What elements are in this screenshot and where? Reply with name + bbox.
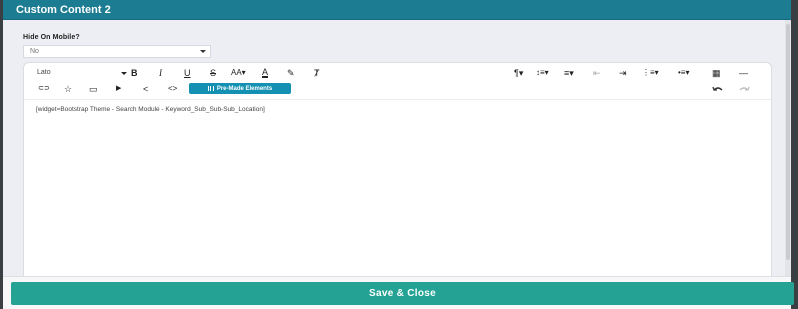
table-button[interactable]: ▦ (712, 67, 721, 79)
unordered-list-icon: •≡▾ (678, 68, 690, 77)
link-icon: ⊂⊃ (38, 85, 50, 92)
share-icon: < (143, 84, 149, 94)
modal-title: Custom Content 2 (16, 4, 111, 16)
chevron-down-icon (200, 50, 206, 53)
underline-icon: U (184, 68, 191, 78)
undo-button[interactable] (712, 83, 724, 95)
editor-content[interactable]: [widget=Bootstrap Theme - Search Module … (36, 106, 265, 113)
star-button[interactable]: ☆ (64, 83, 72, 95)
font-color-button[interactable]: A (262, 66, 269, 78)
italic-icon: I (159, 68, 162, 78)
undo-icon (712, 86, 723, 91)
editor-toolbar: Lato B I U S AA▾ A ✎ Ⱦ ¶▾ ↕≡▾ ≡▾ ⇤ ⇥ ⋮≡▾… (24, 63, 771, 100)
bold-icon: B (131, 68, 138, 78)
premade-elements-label: Pre-Made Elements (216, 85, 273, 92)
image-button[interactable]: ▭ (89, 83, 98, 95)
image-icon: ▭ (89, 84, 98, 94)
align-button[interactable]: ≡▾ (564, 67, 574, 79)
font-size-button[interactable]: AA▾ (231, 67, 246, 79)
paragraph-format-button[interactable]: ¶▾ (514, 67, 523, 79)
link-button[interactable]: ⊂⊃ (38, 83, 50, 95)
font-color-icon: A (262, 66, 269, 77)
clear-format-icon: Ⱦ (314, 68, 320, 78)
hide-on-mobile-label: Hide On Mobile? (23, 34, 80, 41)
font-size-icon: AA▾ (231, 68, 246, 77)
clear-format-button[interactable]: Ⱦ (314, 67, 320, 79)
premade-elements-button[interactable]: Pre-Made Elements (189, 83, 291, 94)
redo-button[interactable] (738, 83, 750, 95)
outdent-icon: ⇤ (593, 68, 601, 78)
highlight-button[interactable]: ✎ (287, 67, 295, 79)
star-icon: ☆ (64, 84, 73, 94)
custom-content-modal: Custom Content 2 Hide On Mobile? No Lato… (3, 0, 794, 309)
ordered-list-button[interactable]: ⋮≡▾ (642, 67, 659, 79)
columns-icon (207, 86, 214, 91)
horizontal-line-icon: — (739, 68, 748, 78)
scrollbar[interactable] (785, 20, 791, 284)
italic-button[interactable]: I (159, 67, 162, 79)
modal-footer: Save & Close (3, 276, 794, 309)
outdent-button[interactable]: ⇤ (593, 67, 601, 79)
indent-button[interactable]: ⇥ (619, 67, 627, 79)
paragraph-format-icon: ¶▾ (514, 68, 524, 78)
scrollbar-thumb[interactable] (786, 24, 790, 260)
indent-icon: ⇥ (619, 68, 627, 78)
video-button[interactable]: ▶ (116, 83, 121, 95)
font-family-value: Lato (37, 69, 51, 76)
code-view-button[interactable]: <> (168, 83, 177, 95)
strikethrough-icon: S (210, 68, 217, 78)
highlight-icon: ✎ (287, 68, 295, 78)
redo-icon (739, 86, 750, 91)
chevron-down-icon (121, 72, 127, 75)
underline-button[interactable]: U (184, 67, 191, 79)
font-family-select[interactable]: Lato (37, 67, 127, 79)
hide-on-mobile-select[interactable]: No (23, 45, 211, 58)
share-button[interactable]: < (143, 83, 148, 95)
table-icon: ▦ (712, 68, 721, 78)
hide-on-mobile-value: No (30, 48, 39, 55)
line-height-button[interactable]: ↕≡▾ (536, 67, 549, 79)
line-height-icon: ↕≡▾ (536, 68, 549, 77)
save-close-button[interactable]: Save & Close (11, 282, 794, 305)
video-icon: ▶ (116, 85, 122, 92)
align-icon: ≡▾ (564, 68, 574, 78)
ordered-list-icon: ⋮≡▾ (642, 68, 659, 77)
rich-text-editor[interactable]: Lato B I U S AA▾ A ✎ Ⱦ ¶▾ ↕≡▾ ≡▾ ⇤ ⇥ ⋮≡▾… (23, 62, 772, 284)
strikethrough-button[interactable]: S (210, 67, 216, 79)
horizontal-line-button[interactable]: — (739, 67, 748, 79)
unordered-list-button[interactable]: •≡▾ (678, 67, 689, 79)
code-view-icon: <> (168, 84, 178, 93)
bold-button[interactable]: B (131, 67, 138, 79)
modal-header: Custom Content 2 (3, 0, 791, 20)
